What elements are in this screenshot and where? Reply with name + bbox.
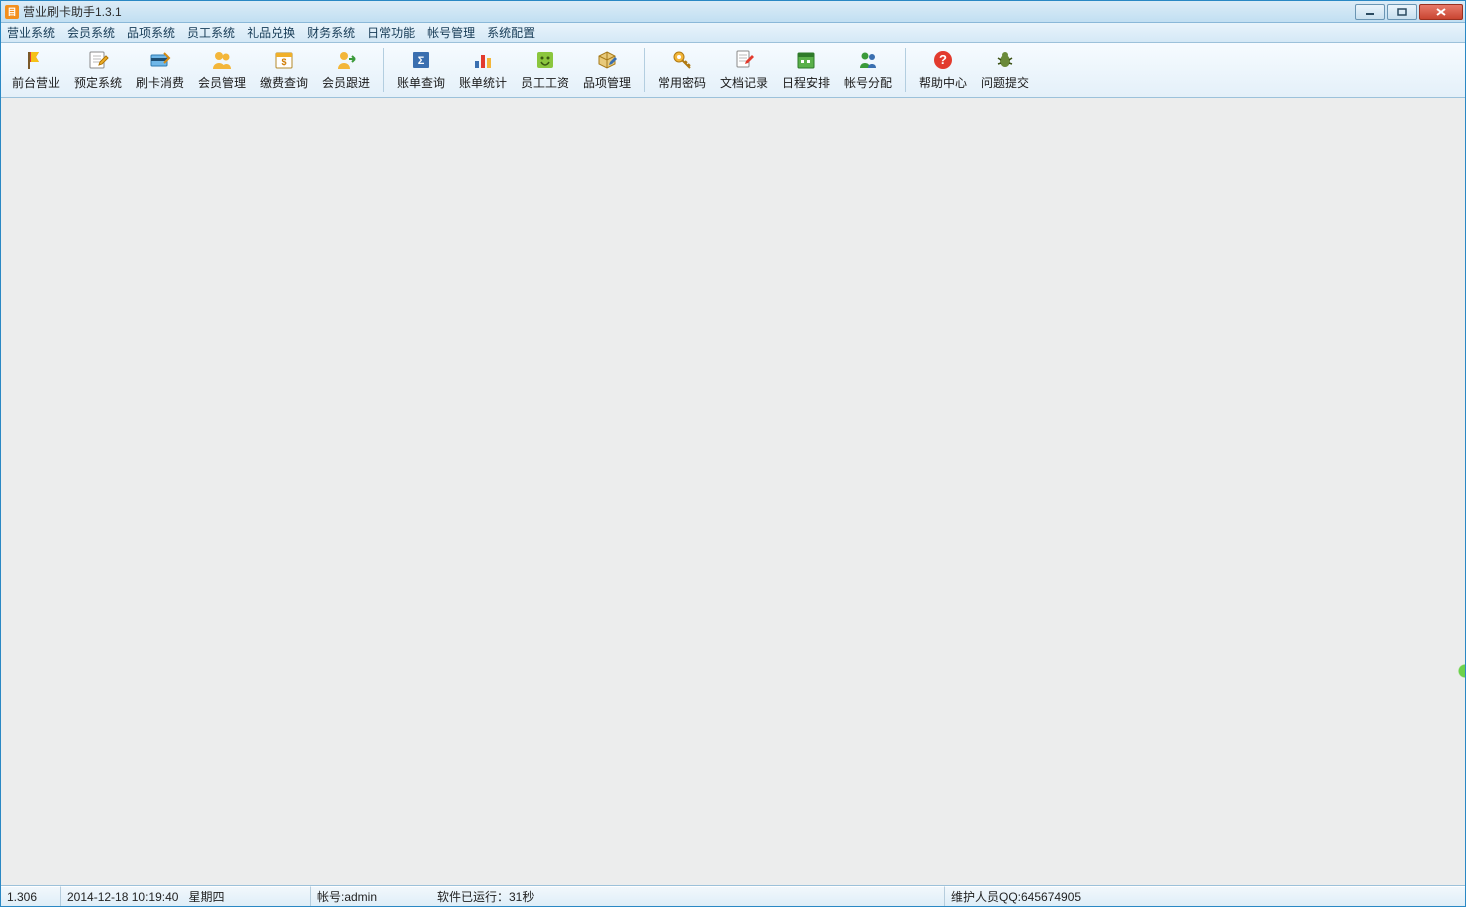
tb-document-record[interactable]: 文档记录: [713, 45, 775, 95]
user-arrow-icon: [335, 49, 357, 71]
toolbar-separator: [383, 48, 384, 92]
close-button[interactable]: [1419, 4, 1463, 20]
menu-account-manage[interactable]: 帐号管理: [427, 24, 475, 41]
tb-bill-stats[interactable]: 账单统计: [452, 45, 514, 95]
status-runtime: 软件已运行：31秒: [437, 888, 534, 905]
calendar-icon: [795, 49, 817, 71]
minimize-button[interactable]: [1355, 4, 1385, 20]
tb-label: 员工工资: [521, 74, 569, 91]
tb-front-business[interactable]: 前台营业: [5, 45, 67, 95]
app-icon: 目: [5, 5, 19, 19]
maximize-icon: [1396, 7, 1408, 17]
status-maintainer: 维护人员QQ:645674905: [945, 886, 1465, 906]
status-weekday: 星期四: [188, 888, 224, 905]
note-edit-icon: [87, 49, 109, 71]
content-area: [1, 98, 1465, 885]
tb-card-consume[interactable]: 刷卡消费: [129, 45, 191, 95]
help-icon: ?: [932, 49, 954, 71]
tb-label: 前台营业: [12, 74, 60, 91]
status-datetime-cell: 2014-12-18 10:19:40 星期四: [61, 886, 311, 906]
tb-label: 会员跟进: [322, 74, 370, 91]
tb-staff-salary[interactable]: 员工工资: [514, 45, 576, 95]
flag-icon: [25, 49, 47, 71]
svg-text:$: $: [281, 57, 286, 67]
close-icon: [1434, 7, 1448, 17]
menu-staff-system[interactable]: 员工系统: [187, 24, 235, 41]
menu-product-system[interactable]: 品项系统: [127, 24, 175, 41]
smiley-money-icon: [534, 49, 556, 71]
document-pencil-icon: [733, 49, 755, 71]
tb-issue-submit[interactable]: 问题提交: [974, 45, 1036, 95]
bar-chart-icon: [472, 49, 494, 71]
tb-label: 帮助中心: [919, 74, 967, 91]
menu-business-system[interactable]: 营业系统: [7, 24, 55, 41]
tb-label: 品项管理: [583, 74, 631, 91]
menu-system-config[interactable]: 系统配置: [487, 24, 535, 41]
statusbar: 1.306 2014-12-18 10:19:40 星期四 帐号:admin 软…: [1, 885, 1465, 906]
status-center-cell: 帐号:admin 软件已运行：31秒: [311, 886, 945, 906]
tb-label: 账单查询: [397, 74, 445, 91]
status-account: 帐号:admin: [317, 888, 417, 905]
tb-member-follow[interactable]: 会员跟进: [315, 45, 377, 95]
status-datetime: 2014-12-18 10:19:40: [67, 890, 178, 904]
tb-schedule[interactable]: 日程安排: [775, 45, 837, 95]
card-swipe-icon: [149, 49, 171, 71]
toolbar-separator: [905, 48, 906, 92]
tb-label: 问题提交: [981, 74, 1029, 91]
tb-label: 常用密码: [658, 74, 706, 91]
bug-icon: [994, 49, 1016, 71]
box-edit-icon: [596, 49, 618, 71]
users-color-icon: [857, 49, 879, 71]
tb-reservation[interactable]: 预定系统: [67, 45, 129, 95]
tb-label: 刷卡消费: [136, 74, 184, 91]
calendar-money-icon: $: [273, 49, 295, 71]
tb-bill-query[interactable]: Σ 账单查询: [390, 45, 452, 95]
sigma-box-icon: Σ: [410, 49, 432, 71]
tb-label: 帐号分配: [844, 74, 892, 91]
window-title: 营业刷卡助手1.3.1: [23, 3, 122, 20]
menubar: 营业系统 会员系统 品项系统 员工系统 礼品兑换 财务系统 日常功能 帐号管理 …: [1, 23, 1465, 43]
tb-account-assign[interactable]: 帐号分配: [837, 45, 899, 95]
tb-label: 预定系统: [74, 74, 122, 91]
tb-common-password[interactable]: 常用密码: [651, 45, 713, 95]
key-icon: [671, 49, 693, 71]
toolbar-separator: [644, 48, 645, 92]
menu-member-system[interactable]: 会员系统: [67, 24, 115, 41]
tb-label: 会员管理: [198, 74, 246, 91]
maximize-button[interactable]: [1387, 4, 1417, 20]
users-icon: [211, 49, 233, 71]
menu-gift-exchange[interactable]: 礼品兑换: [247, 24, 295, 41]
app-window: 目 营业刷卡助手1.3.1 营业系统 会员系统 品项系统 员工系统 礼品兑换 财…: [0, 0, 1466, 907]
tb-member-manage[interactable]: 会员管理: [191, 45, 253, 95]
tb-product-manage[interactable]: 品项管理: [576, 45, 638, 95]
tb-label: 缴费查询: [260, 74, 308, 91]
menu-finance-system[interactable]: 财务系统: [307, 24, 355, 41]
svg-text:?: ?: [939, 52, 947, 67]
menu-daily-functions[interactable]: 日常功能: [367, 24, 415, 41]
tb-label: 账单统计: [459, 74, 507, 91]
svg-text:Σ: Σ: [418, 55, 425, 67]
tb-label: 文档记录: [720, 74, 768, 91]
minimize-icon: [1364, 7, 1376, 17]
toolbar: 前台营业 预定系统 刷卡消费 会员管理 $ 缴费查询 会员跟进 Σ 账单查询: [1, 43, 1465, 98]
tb-label: 日程安排: [782, 74, 830, 91]
tb-help-center[interactable]: ? 帮助中心: [912, 45, 974, 95]
tb-payment-query[interactable]: $ 缴费查询: [253, 45, 315, 95]
titlebar[interactable]: 目 营业刷卡助手1.3.1: [1, 1, 1465, 23]
status-version: 1.306: [1, 886, 61, 906]
